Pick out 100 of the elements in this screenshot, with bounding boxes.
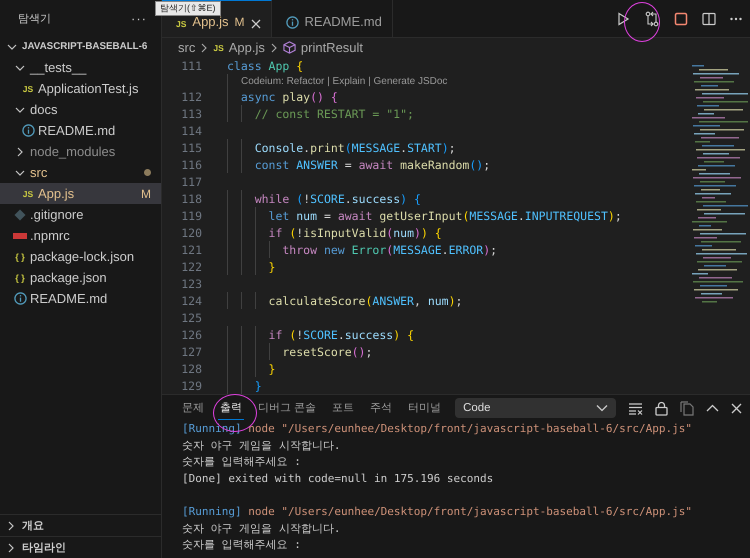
tooltip: 탐색기(⇧⌘E) [155,1,221,16]
panel-tab[interactable]: 주석 [368,396,394,420]
chevron-icon[interactable] [6,520,16,530]
item-name: __tests__ [30,60,88,75]
tab-label: App.js [192,14,229,29]
file-item[interactable]: JS App.js M [0,183,161,204]
code-line: } [268,260,276,274]
lock-icon[interactable] [655,400,668,416]
file-item[interactable]: .npmrc [0,225,161,246]
chevron-icon [200,42,208,52]
code-line: resetScore(); [281,344,372,358]
split-editor-icon[interactable] [702,12,716,26]
copy-icon[interactable] [680,400,694,416]
panel-tab[interactable]: 디버그 콘솔 [256,396,318,420]
output-line: 숫자 야구 게임을 시작합니다. [182,522,340,535]
javascript-file-icon: JS [22,84,34,94]
file-item[interactable]: README.md [0,288,161,309]
codelens-actions[interactable]: Codeium: Refactor | Explain | Generate JSDoc [227,76,448,86]
file-item[interactable]: { } package.json [0,267,161,288]
section-label: 개요 [22,519,44,533]
braces-icon: { } [15,252,25,262]
running-tag: [Running] [182,504,242,518]
chevron-up-icon[interactable] [706,404,719,412]
section-label: 타임라인 [22,541,66,555]
line-number: 122 [180,258,202,275]
npm-icon [13,232,27,238]
highlight-circle [624,2,660,42]
close-icon[interactable] [731,402,742,414]
code-line: } [268,362,276,376]
chevron-icon[interactable] [15,168,25,178]
item-name: node_modules [30,144,116,159]
chevron-icon[interactable] [15,146,25,156]
output-line: 숫자를 입력해주세요 : [182,538,301,552]
item-name: ApplicationTest.js [38,81,140,96]
chevron-icon[interactable] [15,104,25,114]
line-number: 129 [180,378,202,394]
folder-item[interactable]: src [0,162,161,183]
line-number: 115 [180,140,202,156]
folder-item[interactable]: node_modules [0,141,161,162]
line-number: 120 [180,224,202,241]
chevron-icon[interactable] [6,542,16,552]
output-command: node "/Users/eunhee/Desktop/front/javascript-baseball-6/src/App.js" [248,504,692,518]
cube-icon [282,41,296,54]
diamond-icon [14,208,26,220]
chevron-icon [270,42,278,52]
javascript-file-icon: JS [213,42,224,52]
item-name: README.md [30,291,108,306]
line-number: 127 [180,344,202,360]
run-icon[interactable] [616,12,630,26]
line-number: 123 [180,276,202,292]
item-name: JAVASCRIPT-BASEBALL-6 [22,41,148,52]
code-line: throw new Error(MESSAGE.ERROR); [281,242,498,256]
more-actions-button[interactable]: ··· [131,10,147,26]
line-number: 114 [180,122,202,139]
file-item[interactable]: .gitignore [0,204,161,225]
clear-output-icon[interactable] [628,402,643,414]
git-status-letter: M [234,15,245,29]
item-name: App.js [38,186,76,201]
editor-tab[interactable]: README.md [272,0,393,37]
more-icon[interactable] [730,16,742,20]
file-item[interactable]: README.md [0,120,161,141]
folder-item[interactable]: __tests__ [0,57,161,78]
code-line: if (!SCORE.success) { [268,328,414,342]
code-line: class App { [227,58,304,72]
stop-icon[interactable] [674,12,688,26]
panel-tab[interactable]: 문제 [180,396,206,420]
breadcrumb-item[interactable]: printResult [300,40,364,55]
output-line: 숫자를 입력해주세요 : [182,455,301,468]
panel-tab[interactable]: 터미널 [406,396,444,420]
line-number: 112 [180,88,202,105]
line-number: 111 [180,58,202,74]
breadcrumb-item[interactable]: App.js [228,40,265,55]
compare-changes-icon[interactable] [644,10,660,26]
file-item[interactable]: JS ApplicationTest.js [0,78,161,99]
panel-tab[interactable]: 포트 [330,396,356,420]
code-line: // const RESTART = "1"; [254,106,414,120]
line-number: 125 [180,310,202,326]
info-icon [286,16,299,29]
code-line: } [254,378,262,392]
javascript-file-icon: JS [22,188,34,198]
project-folder[interactable]: JAVASCRIPT-BASEBALL-6 [0,36,161,57]
section-header[interactable]: 개요 [0,514,161,536]
item-name: src [30,165,48,180]
line-number: 121 [180,242,202,258]
line-number: 118 [180,190,202,207]
folder-item[interactable]: docs [0,99,161,120]
file-item[interactable]: { } package-lock.json [0,246,161,267]
chevron-icon[interactable] [15,62,25,72]
item-name: README.md [38,123,116,138]
info-icon [14,292,26,305]
close-icon[interactable] [250,19,261,29]
chevron-icon[interactable] [7,42,17,52]
breadcrumb-item[interactable]: src [178,40,196,55]
panel-tab[interactable]: 출력 [218,396,244,420]
section-header[interactable]: 타임라인 [0,536,161,558]
code-line: async play() { [240,90,338,104]
line-number: 126 [180,326,202,343]
code-line: while (!SCORE.success) { [254,192,421,206]
output-channel-dropdown[interactable]: Code [455,398,616,418]
tab-label: README.md [304,14,382,29]
